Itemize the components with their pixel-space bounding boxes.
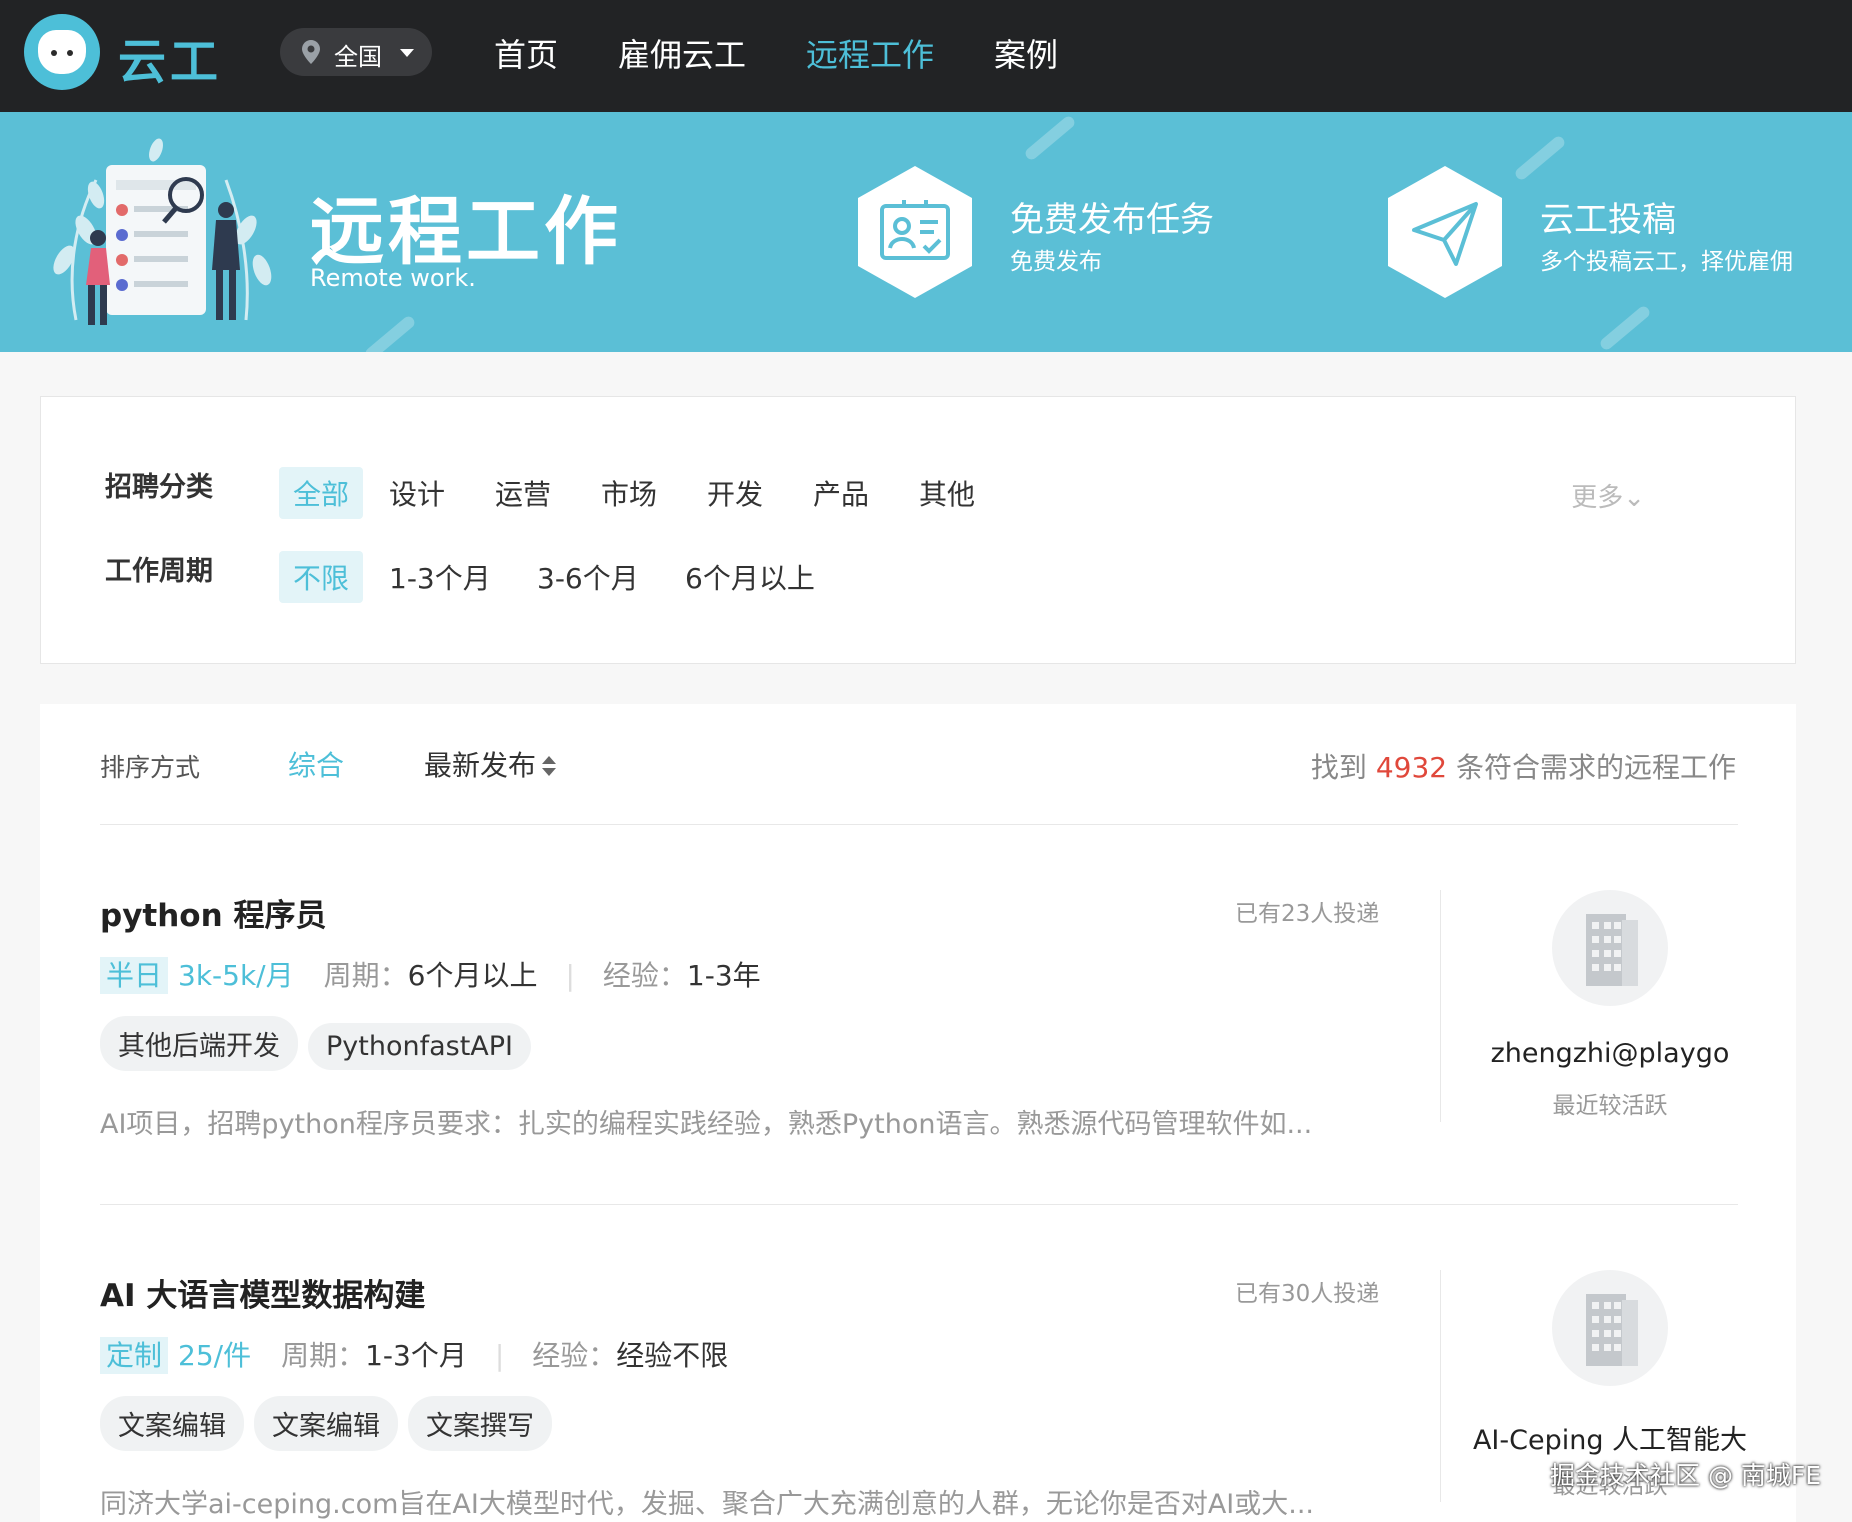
job-period: 6个月以上 (407, 959, 538, 992)
experience-key: 经验： (602, 959, 687, 992)
divider (100, 1204, 1738, 1205)
applied-count: 已有30人投递 (1235, 1281, 1380, 1307)
remote-work-illustration (53, 138, 272, 325)
banner-subtitle: Remote work. (310, 264, 476, 292)
category-option-all[interactable]: 全部 (279, 467, 364, 519)
job-price: 3k-5k/月 (178, 959, 294, 992)
category-option-product[interactable]: 产品 (799, 467, 883, 519)
company-avatar[interactable] (1552, 890, 1668, 1006)
company-avatar[interactable] (1552, 1270, 1668, 1386)
job-card[interactable]: python 程序员 已有23人投递 半日 3k-5k/月 周期：6个月以上 | 经验：… (100, 890, 1738, 1190)
period-option-3-6m[interactable]: 3-6个月 (523, 551, 653, 603)
sort-option-default[interactable]: 综合 (288, 744, 344, 784)
job-tags: 文案编辑 文案编辑 文案撰写 (100, 1396, 562, 1451)
feature-subtitle-submit: 多个投稿云工，择优雇佣 (1540, 249, 1793, 275)
job-meta: 半日 3k-5k/月 周期：6个月以上 | 经验：1-3年 (100, 954, 761, 994)
period-option-1-3m[interactable]: 1-3个月 (375, 551, 505, 603)
found-count: 4932 (1375, 751, 1448, 784)
meta-separator: | (494, 1339, 505, 1372)
feature-title-submit[interactable]: 云工投稿 (1540, 192, 1676, 241)
period-option-any[interactable]: 不限 (279, 551, 364, 603)
region-selector[interactable]: 全国 (280, 28, 432, 76)
category-option-operations[interactable]: 运营 (481, 467, 565, 519)
region-label: 全国 (334, 43, 382, 71)
company-name[interactable]: zhengzhi@playgo (1440, 1038, 1780, 1069)
job-tag[interactable]: 文案编辑 (100, 1396, 244, 1451)
category-option-design[interactable]: 设计 (375, 467, 459, 519)
period-key: 周期： (323, 959, 408, 992)
chevron-down-icon (400, 49, 414, 57)
location-pin-icon (302, 40, 320, 64)
banner: 远程工作 Remote work. 免费发布任务 免费发布 云工投稿 多个投稿云… (0, 112, 1852, 352)
applied-count: 已有23人投递 (1235, 901, 1380, 927)
nav-hire[interactable]: 雇佣云工 (618, 30, 746, 76)
sort-option-newest-label: 最新发布 (424, 749, 537, 782)
job-description: AI项目，招聘python程序员要求：扎实的编程实践经验，熟悉Python语言。… (100, 1109, 1313, 1140)
job-meta: 定制 25/件 周期：1-3个月 | 经验：经验不限 (100, 1334, 728, 1374)
found-suffix: 条符合需求的远程工作 (1455, 751, 1736, 784)
feature-title-publish[interactable]: 免费发布任务 (1010, 192, 1214, 241)
job-title[interactable]: python 程序员 (100, 890, 326, 935)
banner-title: 远程工作 (310, 189, 622, 275)
watermark: 掘金技术社区 @ 南城FE (1550, 1461, 1822, 1490)
chevron-down-icon: ⌄ (1623, 483, 1645, 513)
company-name[interactable]: AI-Ceping 人工智能大 (1440, 1418, 1780, 1457)
building-icon (1586, 1294, 1638, 1366)
category-option-other[interactable]: 其他 (905, 467, 989, 519)
experience-key: 经验： (532, 1339, 617, 1372)
logo-text[interactable]: 云工 (118, 22, 222, 92)
result-count: 找到 4932 条符合需求的远程工作 (1311, 746, 1736, 786)
paper-plane-icon[interactable] (1386, 164, 1504, 300)
job-card[interactable]: AI 大语言模型数据构建 已有30人投递 定制 25/件 周期：1-3个月 | 经验：经… (100, 1270, 1747, 1522)
job-tag[interactable]: PythonfastAPI (308, 1023, 532, 1070)
job-experience: 经验不限 (616, 1339, 729, 1372)
category-filter-label: 招聘分类 (105, 472, 213, 503)
job-period: 1-3个月 (365, 1339, 467, 1372)
nav-remote-work[interactable]: 远程工作 (806, 30, 934, 76)
job-description: 同济大学ai-ceping.com旨在AI大模型时代，发掘、聚合广大充满创意的人… (100, 1489, 1314, 1520)
found-prefix: 找到 (1310, 751, 1367, 784)
more-label: 更多 (1571, 483, 1624, 513)
top-navbar: 云工 全国 首页 雇佣云工 远程工作 案例 (0, 0, 1852, 112)
category-option-marketing[interactable]: 市场 (587, 467, 671, 519)
nav-cases[interactable]: 案例 (994, 30, 1058, 76)
job-tags: 其他后端开发 PythonfastAPI (100, 1016, 541, 1071)
period-filter-label: 工作周期 (105, 556, 213, 587)
activity-status: 最近较活跃 (1552, 1093, 1668, 1119)
filter-panel: 招聘分类 全部 设计 运营 市场 开发 产品 其他 更多⌄ 工作周期 不限 1-… (40, 396, 1796, 664)
nav-home[interactable]: 首页 (494, 30, 558, 76)
id-card-icon[interactable] (856, 164, 974, 300)
more-categories-toggle[interactable]: 更多⌄ (1571, 477, 1645, 514)
sort-arrows-icon (542, 756, 557, 778)
sort-label: 排序方式 (100, 753, 201, 782)
job-title[interactable]: AI 大语言模型数据构建 (100, 1270, 425, 1315)
job-tag[interactable]: 文案编辑 (254, 1396, 398, 1451)
divider (100, 824, 1738, 825)
job-experience: 1-3年 (686, 959, 761, 992)
job-price: 25/件 (178, 1339, 252, 1372)
sort-option-newest[interactable]: 最新发布 (424, 744, 557, 784)
job-tag[interactable]: 其他后端开发 (100, 1016, 298, 1071)
building-icon (1586, 914, 1638, 986)
period-option-6m-plus[interactable]: 6个月以上 (671, 551, 829, 603)
job-type-badge: 定制 (100, 1337, 169, 1374)
category-option-development[interactable]: 开发 (693, 467, 777, 519)
meta-separator: | (565, 959, 575, 992)
job-tag[interactable]: 文案撰写 (408, 1396, 552, 1451)
period-key: 周期： (281, 1339, 366, 1372)
feature-subtitle-publish: 免费发布 (1010, 249, 1102, 275)
job-list: 排序方式 综合 最新发布 找到 4932 条符合需求的远程工作 python 程… (40, 704, 1796, 1522)
job-type-badge: 半日 (100, 957, 169, 994)
logo-icon[interactable] (24, 14, 100, 90)
